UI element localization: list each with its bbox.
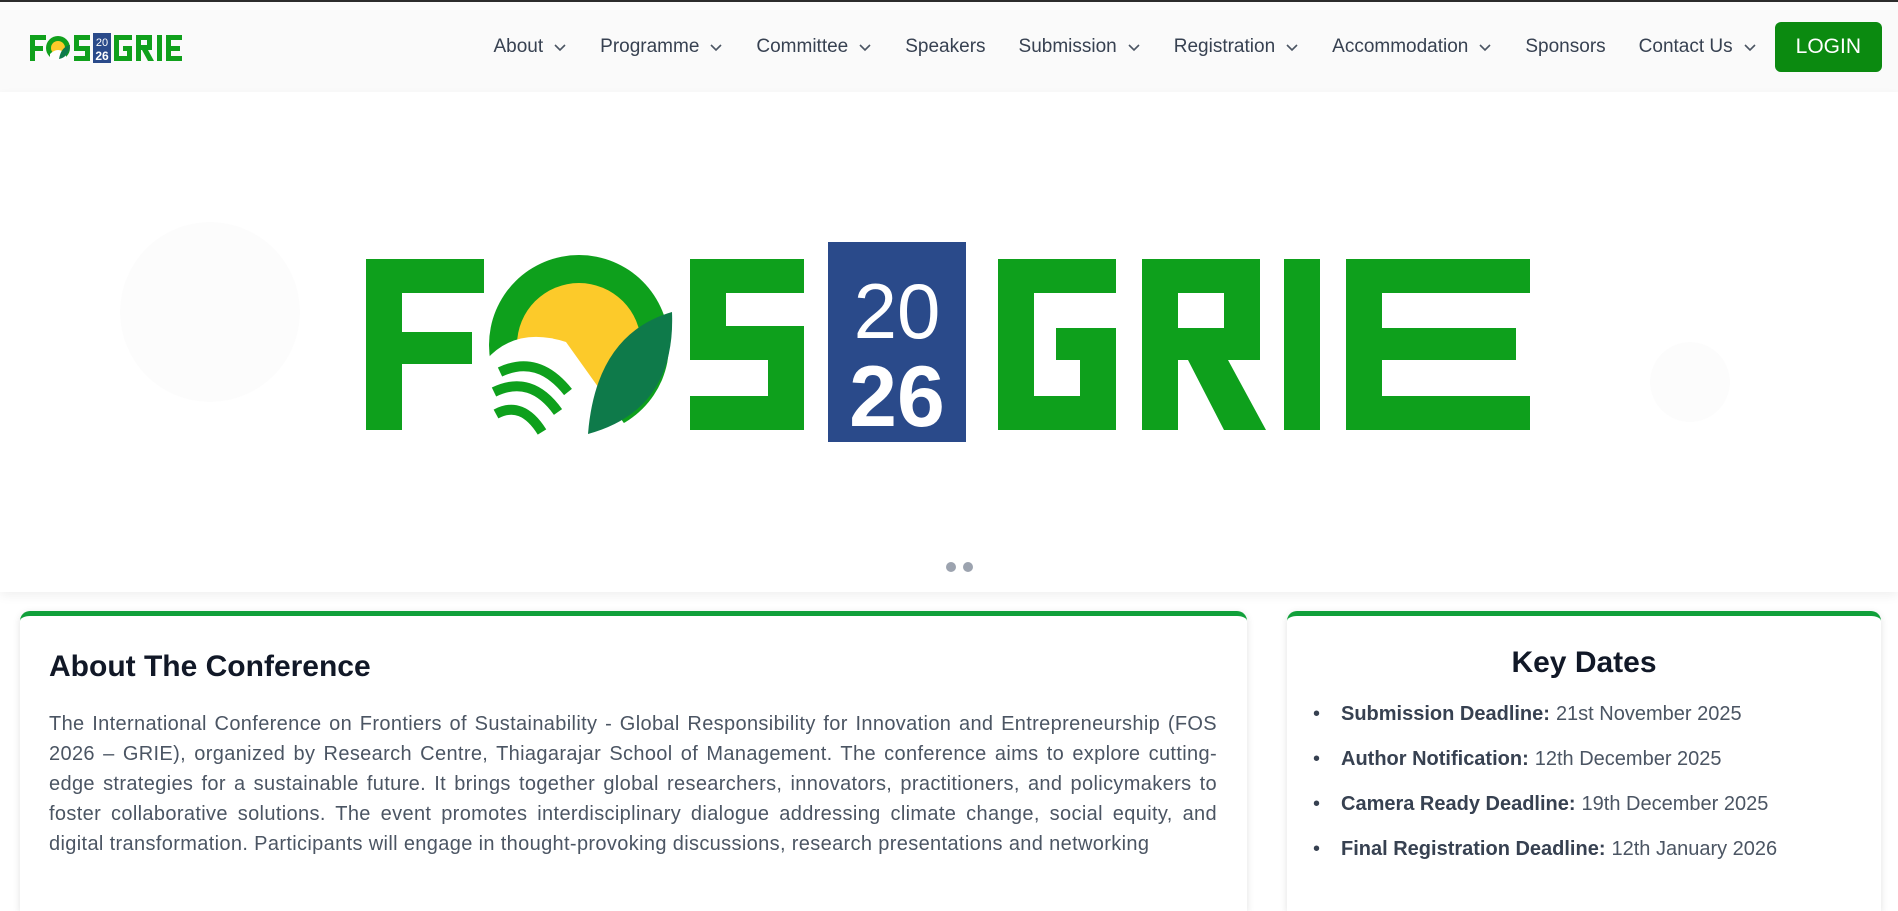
nav-committee[interactable]: Committee bbox=[756, 36, 872, 58]
key-date-item: • Camera Ready Deadline: 19th December 2… bbox=[1313, 789, 1777, 834]
svg-text:26: 26 bbox=[95, 49, 109, 63]
key-date-label: Camera Ready Deadline: bbox=[1341, 793, 1576, 815]
nav-committee-label: Committee bbox=[756, 36, 849, 57]
nav-accommodation[interactable]: Accommodation bbox=[1332, 36, 1492, 58]
chevron-down-icon bbox=[1744, 44, 1756, 52]
hero-year-top: 20 bbox=[854, 267, 941, 355]
nav-contact-us-label: Contact Us bbox=[1638, 36, 1733, 57]
carousel-dot-2[interactable] bbox=[963, 562, 973, 572]
faded-background-graphic bbox=[1650, 342, 1730, 422]
nav-programme[interactable]: Programme bbox=[600, 36, 723, 58]
chevron-down-icon bbox=[710, 44, 722, 52]
nav-contact-us[interactable]: Contact Us bbox=[1639, 36, 1757, 58]
brand-logo[interactable]: 20 26 bbox=[30, 32, 210, 66]
key-date-item: • Submission Deadline: 21st November 202… bbox=[1313, 699, 1777, 744]
about-card: About The Conference The International C… bbox=[20, 611, 1247, 911]
key-date-value: 12th January 2026 bbox=[1611, 838, 1778, 860]
navbar: 20 26 About Programme Committee Speakers bbox=[0, 2, 1898, 92]
chevron-down-icon bbox=[554, 44, 566, 52]
nav-submission-label: Submission bbox=[1018, 36, 1117, 57]
key-dates-card: Key Dates • Submission Deadline: 21st No… bbox=[1287, 611, 1881, 911]
nav-programme-label: Programme bbox=[600, 36, 700, 57]
hero-carousel: 20 26 bbox=[0, 92, 1898, 592]
fos-grie-hero-logo: 20 26 bbox=[366, 242, 1530, 442]
login-button[interactable]: LOGIN bbox=[1774, 22, 1882, 72]
nav-accommodation-label: Accommodation bbox=[1332, 36, 1469, 57]
nav-sponsors-label: Sponsors bbox=[1525, 36, 1606, 57]
main-nav: About Programme Committee Speakers Submi… bbox=[460, 2, 1882, 92]
nav-speakers[interactable]: Speakers bbox=[905, 36, 985, 58]
bullet-icon: • bbox=[1313, 748, 1321, 770]
key-date-value: 19th December 2025 bbox=[1581, 793, 1769, 815]
chevron-down-icon bbox=[859, 44, 871, 52]
nav-registration[interactable]: Registration bbox=[1174, 36, 1299, 58]
chevron-down-icon bbox=[1128, 44, 1140, 52]
key-date-label: Final Registration Deadline: bbox=[1341, 838, 1606, 860]
hero-year-bottom: 26 bbox=[849, 349, 945, 442]
fos-grie-logo-small: 20 26 bbox=[30, 33, 182, 63]
bullet-icon: • bbox=[1313, 703, 1321, 725]
nav-registration-label: Registration bbox=[1173, 36, 1276, 57]
nav-submission[interactable]: Submission bbox=[1019, 36, 1141, 58]
key-date-label: Author Notification: bbox=[1341, 748, 1529, 770]
key-date-value: 12th December 2025 bbox=[1534, 748, 1722, 770]
nav-about-label: About bbox=[493, 36, 544, 57]
key-dates-title: Key Dates bbox=[1511, 646, 1657, 679]
nav-speakers-label: Speakers bbox=[905, 36, 986, 57]
carousel-indicators bbox=[946, 562, 980, 572]
key-date-item: • Author Notification: 12th December 202… bbox=[1313, 744, 1777, 789]
key-date-value: 21st November 2025 bbox=[1555, 703, 1742, 725]
key-date-item: • Final Registration Deadline: 12th Janu… bbox=[1313, 834, 1777, 879]
svg-text:20: 20 bbox=[96, 37, 108, 49]
key-dates-list: • Submission Deadline: 21st November 202… bbox=[1313, 699, 1777, 879]
chevron-down-icon bbox=[1286, 44, 1298, 52]
bullet-icon: • bbox=[1313, 793, 1321, 815]
bullet-icon: • bbox=[1313, 838, 1321, 860]
nav-about[interactable]: About bbox=[493, 36, 567, 58]
key-date-label: Submission Deadline: bbox=[1341, 703, 1550, 725]
nav-sponsors[interactable]: Sponsors bbox=[1525, 36, 1605, 58]
chevron-down-icon bbox=[1479, 44, 1491, 52]
about-title: About The Conference bbox=[49, 650, 371, 683]
faded-background-graphic bbox=[120, 222, 300, 402]
carousel-dot-1[interactable] bbox=[946, 562, 956, 572]
about-text: The International Conference on Frontier… bbox=[49, 713, 1217, 855]
